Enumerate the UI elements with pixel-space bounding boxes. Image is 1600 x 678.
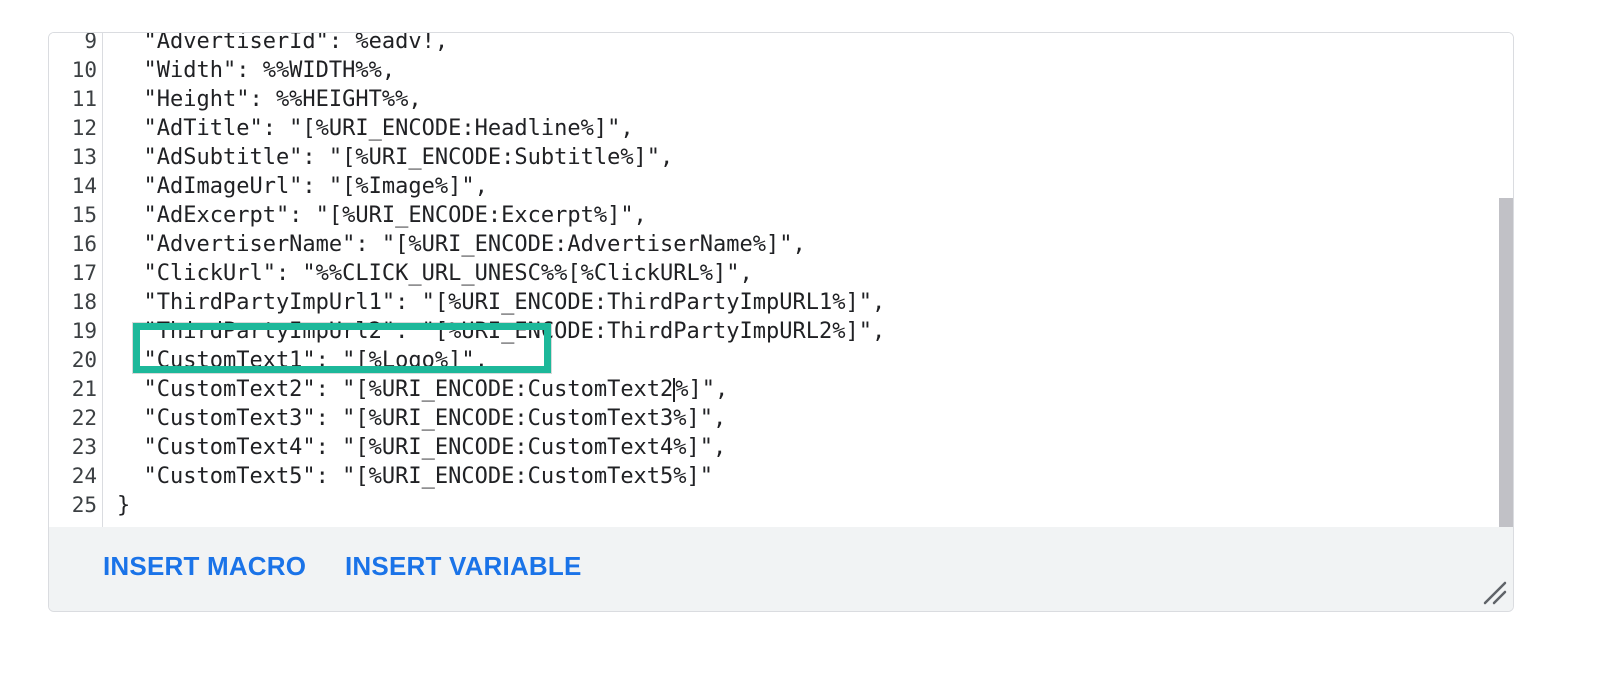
code-line[interactable]: 19 "ThirdPartyImpUrl2": "[%URI_ENCODE:Th…	[49, 317, 1513, 346]
code-line[interactable]: 25}	[49, 491, 1513, 520]
code-line[interactable]: 17 "ClickUrl": "%%CLICK_URL_UNESC%%[%Cli…	[49, 259, 1513, 288]
code-line[interactable]: 22 "CustomText3": "[%URI_ENCODE:CustomTe…	[49, 404, 1513, 433]
resize-handle-icon[interactable]	[1481, 579, 1507, 605]
line-number: 10	[71, 58, 97, 82]
code-lines: 9 "AdvertiserId": %eadv!, 10 "Width": %%…	[49, 32, 1513, 520]
line-number: 9	[84, 32, 97, 53]
line-text[interactable]: "ThirdPartyImpUrl1": "[%URI_ENCODE:Third…	[117, 288, 885, 317]
line-number: 20	[71, 348, 97, 372]
code-line[interactable]: 11 "Height": %%HEIGHT%%,	[49, 85, 1513, 114]
line-number: 17	[71, 261, 97, 285]
code-line[interactable]: 14 "AdImageUrl": "[%Image%]",	[49, 172, 1513, 201]
scrollbar-thumb[interactable]	[1499, 198, 1513, 527]
line-number: 15	[71, 203, 97, 227]
code-line[interactable]: 16 "AdvertiserName": "[%URI_ENCODE:Adver…	[49, 230, 1513, 259]
code-line-with-cursor[interactable]: 21 "CustomText2": "[%URI_ENCODE:CustomTe…	[49, 375, 1513, 404]
line-text[interactable]: "AdTitle": "[%URI_ENCODE:Headline%]",	[117, 114, 633, 143]
line-number: 14	[71, 174, 97, 198]
insert-macro-button[interactable]: INSERT MACRO	[103, 549, 306, 583]
line-text[interactable]: }	[117, 491, 130, 520]
line-text[interactable]: "ThirdPartyImpUrl2": "[%URI_ENCODE:Third…	[117, 317, 885, 346]
code-line[interactable]: 24 "CustomText5": "[%URI_ENCODE:CustomTe…	[49, 462, 1513, 491]
line-text[interactable]: "AdSubtitle": "[%URI_ENCODE:Subtitle%]",	[117, 143, 673, 172]
insert-variable-button[interactable]: INSERT VARIABLE	[345, 549, 582, 583]
line-number: 11	[71, 87, 97, 111]
line-text[interactable]: "ClickUrl": "%%CLICK_URL_UNESC%%[%ClickU…	[117, 259, 752, 288]
code-line-highlighted[interactable]: 20 "CustomText1": "[%Logo%]",	[49, 346, 1513, 375]
code-line[interactable]: 15 "AdExcerpt": "[%URI_ENCODE:Excerpt%]"…	[49, 201, 1513, 230]
line-text[interactable]: "CustomText4": "[%URI_ENCODE:CustomText4…	[117, 433, 726, 462]
line-number: 21	[71, 377, 97, 401]
line-number: 24	[71, 464, 97, 488]
code-area[interactable]: 9 "AdvertiserId": %eadv!, 10 "Width": %%…	[49, 33, 1513, 528]
scrollbar-track[interactable]	[1499, 33, 1513, 527]
line-text[interactable]: "CustomText1": "[%Logo%]",	[117, 346, 487, 375]
line-number: 22	[71, 406, 97, 430]
line-number: 19	[71, 319, 97, 343]
line-number: 23	[71, 435, 97, 459]
line-number: 13	[71, 145, 97, 169]
code-line[interactable]: 9 "AdvertiserId": %eadv!,	[49, 32, 1513, 56]
line-text[interactable]: "CustomText3": "[%URI_ENCODE:CustomText3…	[117, 404, 726, 433]
line-number: 18	[71, 290, 97, 314]
line-text-after-cursor: %]",	[675, 377, 729, 402]
line-text[interactable]: "AdExcerpt": "[%URI_ENCODE:Excerpt%]",	[117, 201, 646, 230]
line-text[interactable]: "AdImageUrl": "[%Image%]",	[117, 172, 487, 201]
code-line[interactable]: 10 "Width": %%WIDTH%%,	[49, 56, 1513, 85]
line-number: 16	[71, 232, 97, 256]
line-text[interactable]: "AdvertiserName": "[%URI_ENCODE:Advertis…	[117, 230, 805, 259]
line-text[interactable]: "Height": %%HEIGHT%%,	[117, 85, 421, 114]
line-text[interactable]: "CustomText5": "[%URI_ENCODE:CustomText5…	[117, 462, 713, 491]
line-text-before-cursor: "CustomText2": "[%URI_ENCODE:CustomText2	[117, 377, 674, 402]
line-text[interactable]: "CustomText2": "[%URI_ENCODE:CustomText2…	[117, 375, 728, 404]
editor-toolbar: INSERT MACRO INSERT VARIABLE	[49, 527, 1513, 611]
code-line[interactable]: 18 "ThirdPartyImpUrl1": "[%URI_ENCODE:Th…	[49, 288, 1513, 317]
line-text[interactable]: "Width": %%WIDTH%%,	[117, 56, 395, 85]
line-text[interactable]: "AdvertiserId": %eadv!,	[117, 33, 448, 56]
line-number: 25	[71, 493, 97, 517]
code-editor[interactable]: 9 "AdvertiserId": %eadv!, 10 "Width": %%…	[48, 32, 1514, 612]
code-line[interactable]: 12 "AdTitle": "[%URI_ENCODE:Headline%]",	[49, 114, 1513, 143]
code-line[interactable]: 13 "AdSubtitle": "[%URI_ENCODE:Subtitle%…	[49, 143, 1513, 172]
line-number: 12	[71, 116, 97, 140]
code-line[interactable]: 23 "CustomText4": "[%URI_ENCODE:CustomTe…	[49, 433, 1513, 462]
